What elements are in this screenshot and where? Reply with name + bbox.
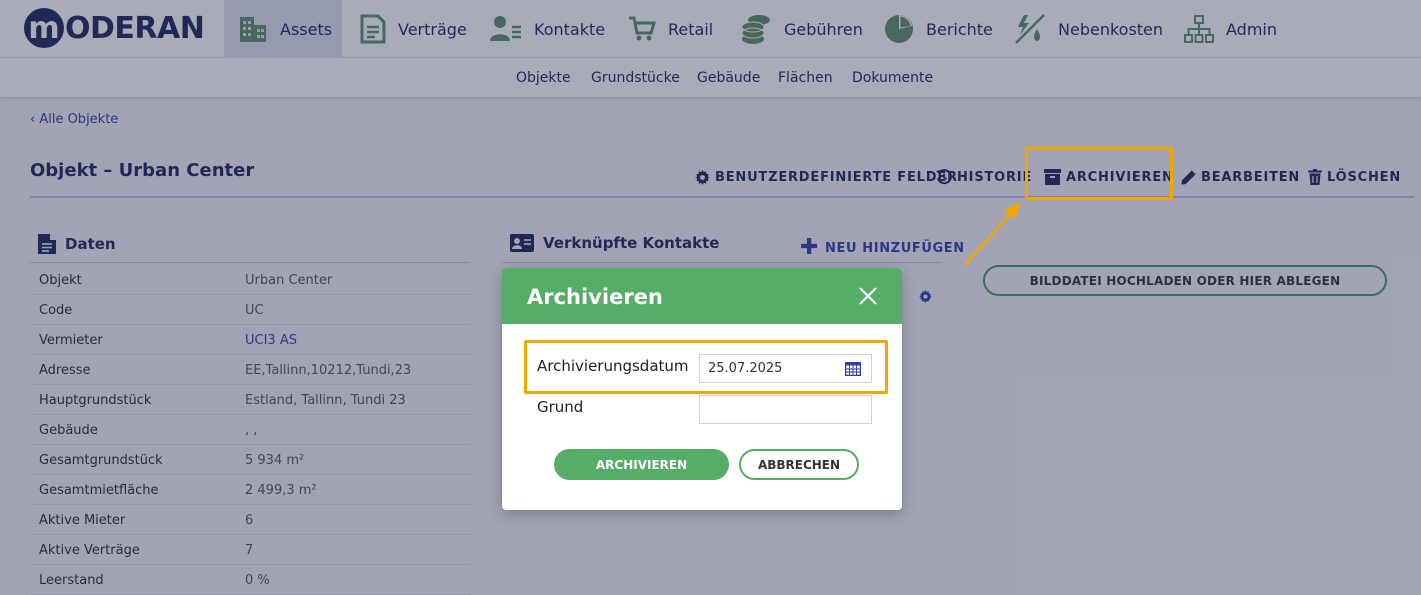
archive-date-value: 25.07.2025 (708, 361, 783, 376)
archive-date-field[interactable]: 25.07.2025 (699, 354, 872, 383)
archive-date-label: Archivierungsdatum (537, 357, 689, 375)
dialog-title: Archivieren (527, 285, 663, 309)
calendar-icon[interactable] (845, 362, 861, 376)
reason-label: Grund (537, 398, 584, 416)
confirm-archive-button[interactable]: ARCHIVIEREN (554, 449, 729, 480)
archive-button-highlight (1025, 147, 1173, 200)
reason-field[interactable] (699, 395, 872, 424)
dialog-header: Archivieren (502, 268, 902, 324)
archive-dialog: Archivieren Archivierungsdatum 25.07.202… (502, 268, 902, 510)
close-icon[interactable] (857, 285, 879, 307)
cancel-button[interactable]: ABBRECHEN (739, 449, 859, 480)
